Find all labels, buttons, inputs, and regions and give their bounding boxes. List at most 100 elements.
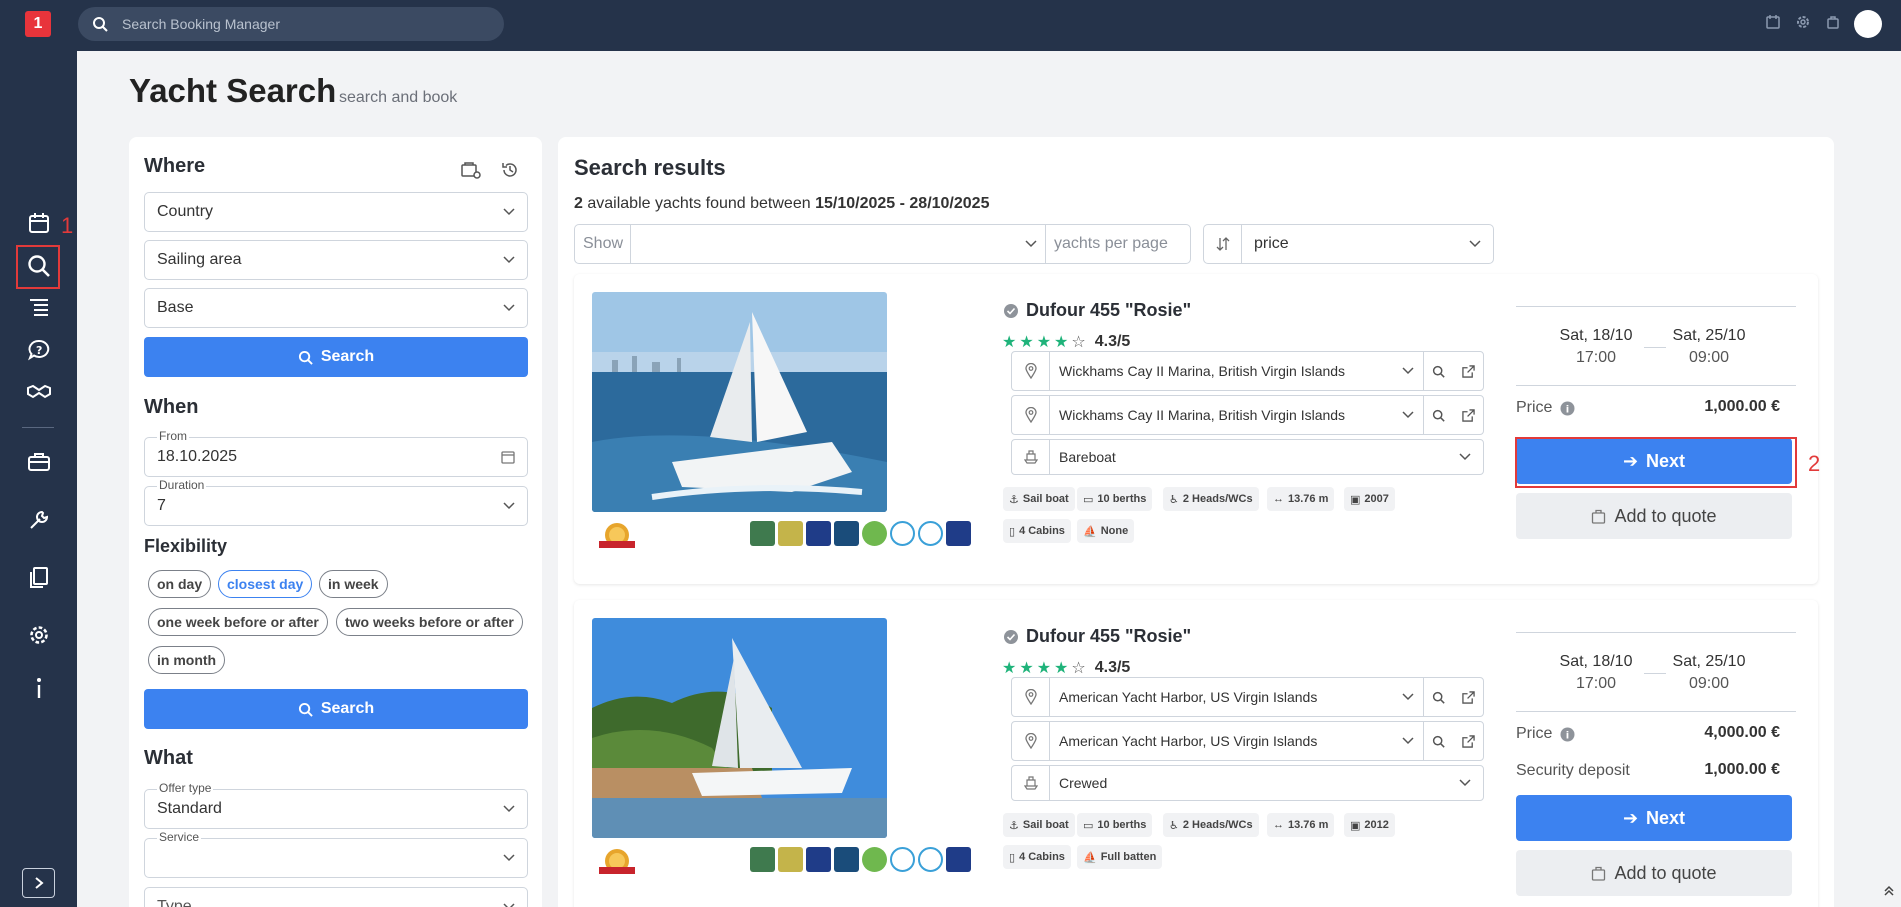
annotation-label-2: 2 xyxy=(1808,451,1821,476)
certificate-badge xyxy=(946,521,971,546)
flex-chip-two-weeks[interactable]: two weeks before or after xyxy=(336,608,523,636)
search-icon[interactable] xyxy=(1423,396,1453,434)
checkin-location-select[interactable]: Wickhams Cay II Marina, British Virgin I… xyxy=(1011,351,1484,391)
duration-select[interactable]: Duration 7 xyxy=(144,478,528,526)
result-date-sep: - xyxy=(899,195,905,212)
start-date: Sat, 18/10 17:00 xyxy=(1541,653,1651,693)
location-pin-icon xyxy=(1012,678,1050,716)
external-link-icon[interactable] xyxy=(1453,408,1483,422)
history-icon[interactable] xyxy=(501,161,519,184)
yacht-name[interactable]: Dufour 455 "Rosie" xyxy=(1004,300,1191,321)
yacht-name-text: Dufour 455 "Rosie" xyxy=(1026,626,1192,646)
flex-chip-one-week[interactable]: one week before or after xyxy=(148,608,328,636)
service-select[interactable]: Service xyxy=(144,830,528,878)
flex-chip-in-month[interactable]: in month xyxy=(148,646,226,674)
search-icon[interactable] xyxy=(1423,722,1453,760)
saved-search-icon[interactable] xyxy=(461,161,481,184)
yacht-photo[interactable] xyxy=(592,618,887,838)
bag-icon[interactable] xyxy=(1825,14,1841,30)
checkout-location-select[interactable]: American Yacht Harbor, US Virgin Islands xyxy=(1011,721,1484,761)
external-link-icon[interactable] xyxy=(1453,690,1483,704)
add-to-quote-button[interactable]: Add to quote xyxy=(1516,493,1792,539)
settings-icon[interactable] xyxy=(26,622,52,648)
calendar-icon[interactable] xyxy=(501,450,515,464)
sort-select[interactable]: price xyxy=(1242,225,1493,263)
handshake-icon[interactable] xyxy=(26,379,52,405)
add-to-quote-button[interactable]: Add to quote xyxy=(1516,850,1792,896)
calendar-icon[interactable] xyxy=(26,210,52,236)
type-select[interactable]: Type xyxy=(144,887,528,907)
external-link-icon[interactable] xyxy=(1453,734,1483,748)
help-chat-icon[interactable]: ? xyxy=(26,337,52,363)
duration-label: Duration xyxy=(157,478,207,492)
offer-type-select[interactable]: Offer type Standard xyxy=(144,781,528,829)
flex-chip-on-day[interactable]: on day xyxy=(148,570,212,598)
search-icon[interactable] xyxy=(1423,352,1453,390)
briefcase-icon[interactable] xyxy=(26,449,52,475)
documents-icon[interactable] xyxy=(26,564,52,590)
top-bar: 1 xyxy=(0,0,1901,51)
star-icon: ★ xyxy=(1002,660,1017,677)
global-search-input[interactable] xyxy=(122,7,492,41)
door-icon: ▯ xyxy=(1009,851,1016,864)
next-button[interactable]: ➔ Next xyxy=(1516,795,1792,841)
app-logo[interactable]: 1 xyxy=(25,11,51,37)
gear-icon[interactable] xyxy=(1795,14,1811,30)
where-search-button[interactable]: Search xyxy=(144,337,528,377)
search-icon[interactable] xyxy=(1423,678,1453,716)
charter-type-select[interactable]: Crewed xyxy=(1011,765,1484,801)
type-label: Type xyxy=(157,898,192,907)
sidebar: ? xyxy=(0,51,77,907)
scroll-top-icon[interactable] xyxy=(1883,883,1895,901)
flex-chip-in-week[interactable]: in week xyxy=(319,570,388,598)
checkin-location-text: Wickhams Cay II Marina, British Virgin I… xyxy=(1059,363,1346,379)
price-value: 1,000.00 € xyxy=(1704,398,1780,415)
yacht-name[interactable]: Dufour 455 "Rosie" xyxy=(1004,626,1191,647)
checkin-location-select[interactable]: American Yacht Harbor, US Virgin Islands xyxy=(1011,677,1484,717)
chevron-down-icon xyxy=(503,304,515,312)
page-size-select[interactable] xyxy=(631,225,1046,263)
end-time: 09:00 xyxy=(1688,675,1730,692)
annotation-box-2 xyxy=(1515,437,1797,488)
info-icon[interactable]: i xyxy=(1560,401,1575,416)
flex-chip-closest-day[interactable]: closest day xyxy=(218,570,313,598)
feature-text: Sail boat xyxy=(1022,819,1069,831)
info-icon[interactable]: i xyxy=(1560,727,1575,742)
charter-type-text: Bareboat xyxy=(1059,449,1116,465)
yacht-photo[interactable] xyxy=(592,292,887,512)
certificate-badge xyxy=(946,847,971,872)
calendar-icon: ▣ xyxy=(1350,819,1361,832)
global-search[interactable] xyxy=(78,7,504,41)
certificate-badge xyxy=(834,521,859,546)
info-icon[interactable] xyxy=(26,675,52,701)
from-date-field[interactable]: From 18.10.2025 xyxy=(144,429,528,477)
when-search-button[interactable]: Search xyxy=(144,689,528,729)
checkout-location-select[interactable]: Wickhams Cay II Marina, British Virgin I… xyxy=(1011,395,1484,435)
base-select[interactable]: Base xyxy=(144,288,528,328)
avatar[interactable] xyxy=(1854,10,1882,38)
price-label: Price i xyxy=(1516,725,1575,743)
show-label: Show xyxy=(575,225,631,263)
bag-icon xyxy=(1592,509,1606,524)
yacht-card: Dufour 455 "Rosie" ★ ★ ★ ★ ☆ 4.3/5 Ameri… xyxy=(574,600,1818,907)
svg-text:i: i xyxy=(1566,404,1569,415)
search-icon xyxy=(92,16,108,37)
star-icon: ★ xyxy=(1019,660,1034,677)
charter-dates: Sat, 18/10 17:00 Sat, 25/10 09:00 xyxy=(1516,632,1796,712)
sort-direction-button[interactable] xyxy=(1204,225,1242,263)
wrench-icon[interactable] xyxy=(26,507,52,533)
charter-type-select[interactable]: Bareboat xyxy=(1011,439,1484,475)
page-size-control: Show yachts per page xyxy=(574,224,1191,264)
chevron-down-icon xyxy=(1393,367,1423,375)
external-link-icon[interactable] xyxy=(1453,364,1483,378)
verified-icon xyxy=(1004,303,1018,318)
country-select[interactable]: Country xyxy=(144,192,528,232)
feature-cabins: ▯ 4 Cabins xyxy=(1003,519,1071,543)
sailing-area-select[interactable]: Sailing area xyxy=(144,240,528,280)
feature-text: 2012 xyxy=(1364,819,1389,831)
list-icon[interactable] xyxy=(26,295,52,321)
sidebar-expand-button[interactable] xyxy=(22,868,55,898)
location-pin-icon xyxy=(1012,396,1050,434)
chevron-down-icon xyxy=(1393,693,1423,701)
calendar-icon[interactable] xyxy=(1765,14,1781,30)
